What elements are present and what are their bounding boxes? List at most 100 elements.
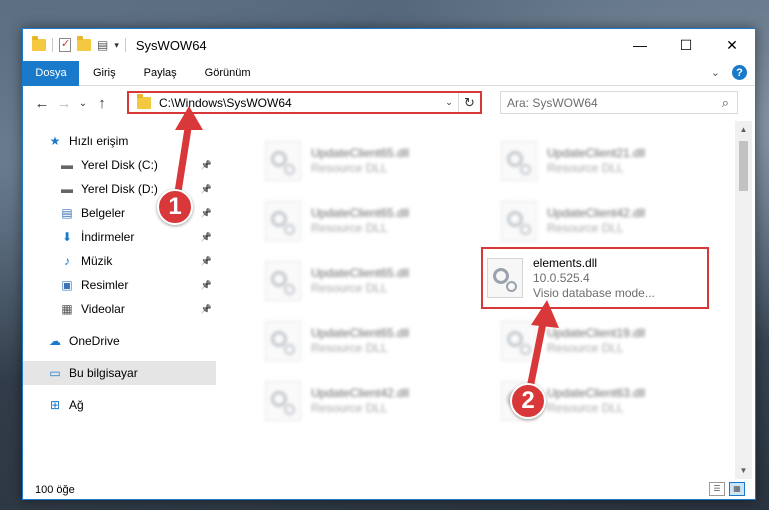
file-name: UpdateClient63.dll: [547, 386, 646, 400]
recent-locations-button[interactable]: ⌄: [75, 98, 91, 109]
sidebar-item-5[interactable]: ♪ Müzik 📌: [23, 249, 216, 273]
file-tile[interactable]: UpdateClient19.dll Resource DLL: [481, 313, 711, 369]
file-tile[interactable]: elements.dll 10.0.525.4 Visio database mod…: [481, 247, 709, 309]
scroll-up-icon[interactable]: ▲: [735, 121, 752, 138]
pin-icon: 📌: [200, 207, 212, 218]
expand-ribbon-icon[interactable]: ⌄: [711, 66, 720, 79]
sidebar-item-0[interactable]: ★ Hızlı erişim: [23, 129, 216, 153]
vertical-scrollbar[interactable]: ▲ ▼: [735, 121, 752, 479]
music-icon: ♪: [64, 254, 70, 268]
sidebar-item-label: Videolar: [81, 302, 125, 316]
title-bar: ▤ ▾ SysWOW64 — ☐ ✕: [23, 29, 755, 61]
search-input[interactable]: Ara: SysWOW64 ⌕: [500, 91, 738, 114]
sidebar-item-1[interactable]: ▬ Yerel Disk (C:) 📌: [23, 153, 216, 177]
back-button[interactable]: ←: [31, 95, 53, 112]
pin-icon: 📌: [200, 183, 212, 194]
videos-icon: ▦: [61, 302, 73, 316]
tab-share[interactable]: Paylaş: [130, 61, 191, 86]
minimize-button[interactable]: —: [617, 29, 663, 61]
file-tile[interactable]: UpdateClient65.dll Resource DLL: [245, 193, 475, 249]
file-tile[interactable]: UpdateClient65.dll Resource DLL: [245, 313, 475, 369]
view-options-icon[interactable]: ▤: [97, 38, 108, 52]
search-icon: ⌕: [721, 95, 729, 110]
sidebar-item-label: Yerel Disk (D:): [81, 182, 158, 196]
sidebar-item-9[interactable]: ▭ Bu bilgisayar: [23, 361, 216, 385]
refresh-button[interactable]: ↻: [458, 93, 480, 112]
file-name: UpdateClient65.dll: [311, 146, 410, 160]
new-folder-icon[interactable]: [77, 36, 91, 51]
computer-icon: ▭: [49, 366, 61, 380]
pin-icon: 📌: [200, 303, 212, 314]
file-description: Resource DLL: [311, 401, 388, 415]
tab-file[interactable]: Dosya: [23, 60, 79, 86]
file-tile[interactable]: UpdateClient21.dll Resource DLL: [481, 133, 711, 189]
dll-file-icon: [501, 141, 537, 181]
file-description: Resource DLL: [311, 281, 388, 295]
pin-icon: 📌: [200, 231, 212, 242]
status-bar: 100 öğe ☰ ▦: [23, 479, 755, 500]
sidebar-item-4[interactable]: ⬇ İndirmeler 📌: [23, 225, 216, 249]
dll-file-icon: [265, 381, 301, 421]
sidebar-item-10[interactable]: ⊞ Ağ: [23, 393, 216, 417]
tab-view[interactable]: Görünüm: [191, 61, 265, 86]
network-icon: ⊞: [49, 398, 61, 412]
file-list: UpdateClient65.dll Resource DLL UpdateClie…: [223, 121, 735, 479]
dll-file-icon: [265, 201, 301, 241]
file-version: 10.0.525.4: [533, 270, 590, 285]
sidebar-item-label: Belgeler: [81, 206, 126, 220]
close-button[interactable]: ✕: [709, 29, 755, 61]
sidebar-item-label: Ağ: [69, 398, 84, 412]
sidebar-item-label: Yerel Disk (C:): [81, 158, 158, 172]
file-tile[interactable]: UpdateClient65.dll Resource DLL: [245, 253, 475, 309]
pictures-icon: ▣: [61, 278, 73, 292]
help-icon[interactable]: ?: [732, 65, 747, 80]
address-dropdown-icon[interactable]: ⌄: [440, 97, 458, 108]
quick-access-toolbar: ▤ ▾: [23, 36, 126, 52]
scroll-down-icon[interactable]: ▼: [735, 462, 752, 479]
file-description: Resource DLL: [311, 161, 388, 175]
dll-file-icon: [501, 321, 537, 361]
dll-file-icon: [501, 201, 537, 241]
properties-icon[interactable]: [59, 37, 71, 52]
file-tile[interactable]: UpdateClient42.dll Resource DLL: [245, 373, 475, 429]
sidebar-item-label: Bu bilgisayar: [69, 366, 138, 380]
sidebar-item-7[interactable]: ▦ Videolar 📌: [23, 297, 216, 321]
pin-icon: 📌: [200, 255, 212, 266]
callout-badge-1: 1: [157, 189, 193, 225]
address-bar[interactable]: C:\Windows\SysWOW64 ⌄ ↻: [127, 91, 482, 114]
file-name: UpdateClient65.dll: [311, 326, 410, 340]
file-tile[interactable]: UpdateClient65.dll Resource DLL: [245, 133, 475, 189]
dll-file-icon: [265, 141, 301, 181]
forward-button[interactable]: →: [53, 95, 75, 112]
tiles-view-icon[interactable]: ▦: [729, 482, 745, 496]
file-name: elements.dll: [533, 255, 598, 270]
sidebar-item-label: Hızlı erişim: [69, 134, 129, 148]
drive-icon: ▬: [61, 182, 73, 196]
window-title: SysWOW64: [135, 37, 207, 53]
cloud-icon: ☁: [49, 334, 61, 348]
file-description: Resource DLL: [547, 401, 624, 415]
file-tile[interactable]: UpdateClient42.dll Resource DLL: [481, 193, 711, 249]
up-button[interactable]: ↑: [91, 95, 113, 112]
sidebar-item-label: Müzik: [81, 254, 113, 268]
file-name: UpdateClient65.dll: [311, 206, 410, 220]
ribbon-tabs: Dosya Giriş Paylaş Görünüm ⌄ ?: [23, 60, 755, 86]
maximize-button[interactable]: ☐: [663, 29, 709, 61]
address-path[interactable]: C:\Windows\SysWOW64: [159, 96, 440, 110]
details-view-icon[interactable]: ☰: [709, 482, 725, 496]
dll-file-icon: [265, 321, 301, 361]
file-description: Visio database mode...: [533, 285, 655, 300]
file-name: UpdateClient42.dll: [547, 206, 646, 220]
sidebar-item-8[interactable]: ☁ OneDrive: [23, 329, 216, 353]
file-description: Resource DLL: [311, 221, 388, 235]
file-name: UpdateClient42.dll: [311, 386, 410, 400]
scroll-thumb[interactable]: [739, 141, 748, 191]
folder-icon[interactable]: [32, 36, 46, 51]
customize-qat-icon[interactable]: ▾: [114, 40, 119, 51]
qat-separator-2: [124, 38, 126, 52]
file-name: UpdateClient65.dll: [311, 266, 410, 280]
tab-home[interactable]: Giriş: [79, 61, 130, 86]
download-icon: ⬇: [61, 230, 73, 244]
sidebar-item-6[interactable]: ▣ Resimler 📌: [23, 273, 216, 297]
sidebar-item-label: OneDrive: [69, 334, 120, 348]
